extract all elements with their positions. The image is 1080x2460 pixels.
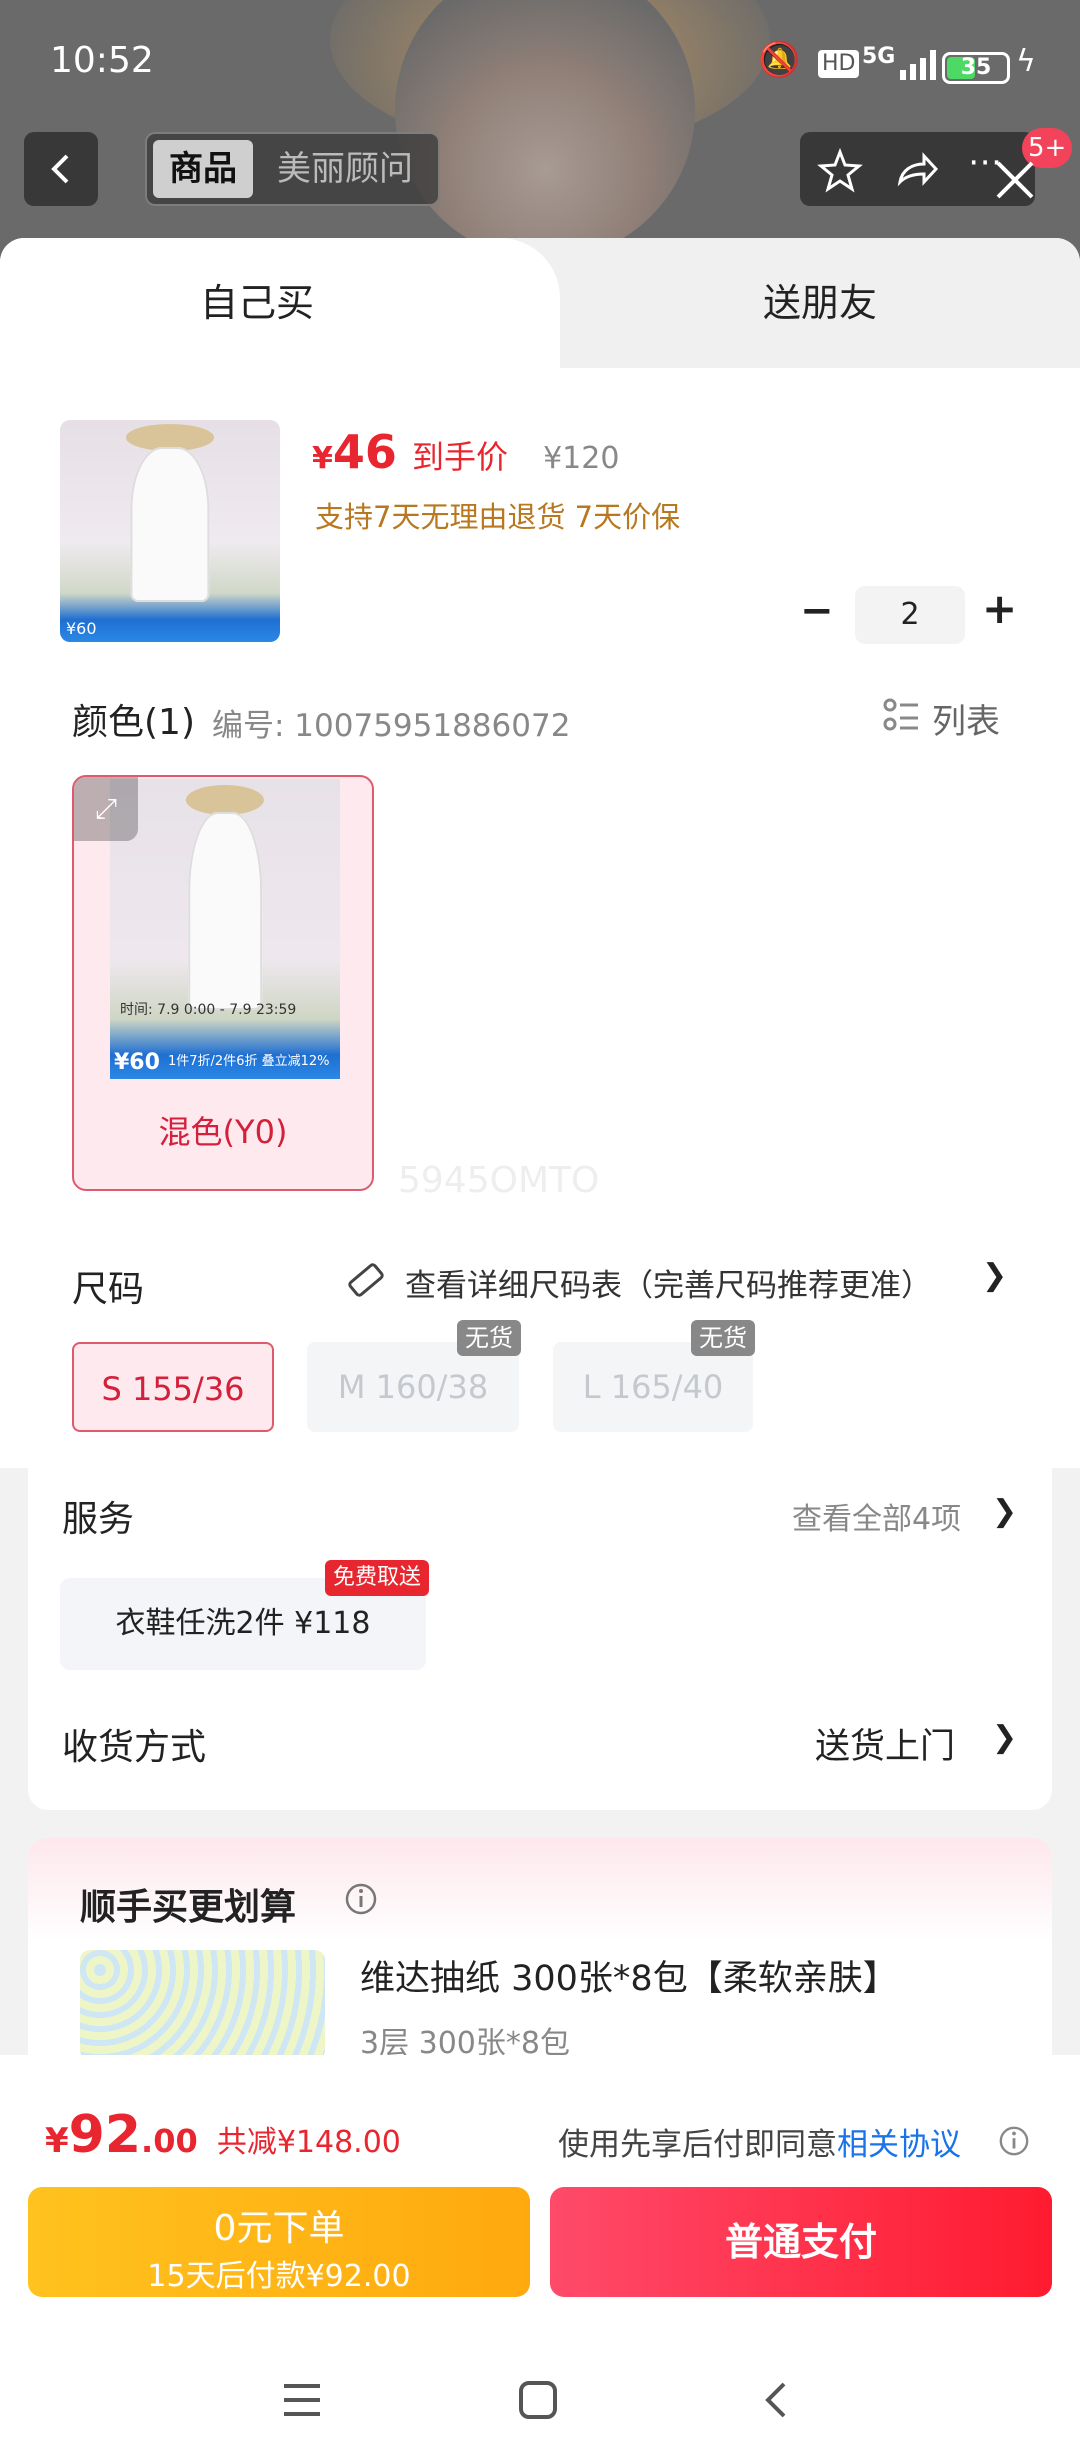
network-label: 5G [862, 44, 896, 69]
close-icon[interactable] [990, 155, 1040, 205]
chevron-right-icon[interactable]: ❯ [992, 1720, 1017, 1755]
back-button[interactable] [24, 132, 98, 206]
chevron-right-icon[interactable]: ❯ [992, 1494, 1017, 1529]
price-label: 到手价 [411, 438, 508, 476]
color-option-y0[interactable]: 时间: 7.9 0:00 - 7.9 23:59 ¥60 1件7折/2件6折 叠… [72, 775, 374, 1191]
price-row: ¥46 到手价 ¥120 [312, 425, 619, 479]
guarantee-text: 支持7天无理由退货 7天价保 [315, 500, 681, 534]
delivery-value[interactable]: 送货上门 [815, 1718, 955, 1769]
thumb-price: ¥60 [66, 619, 97, 638]
battery-level: 35 [960, 55, 992, 80]
swatch-promo: 1件7折/2件6折 叠立减12% [168, 1054, 330, 1069]
quantity-plus-button[interactable]: + [982, 584, 1017, 633]
agreement-prefix: 使用先享后付即同意 [558, 2127, 837, 2163]
star-icon[interactable] [812, 142, 868, 198]
list-view-icon[interactable] [882, 696, 922, 736]
normal-pay-button[interactable]: 普通支付 [550, 2187, 1052, 2297]
total-int: 92 [68, 2105, 142, 2165]
size-option-m[interactable]: M 160/38 无货 [307, 1320, 521, 1432]
tab-product[interactable]: 商品 [153, 140, 253, 198]
upsell-item-title[interactable]: 维达抽纸 300张*8包【柔软亲肤】 [360, 1950, 898, 2001]
back-icon[interactable] [756, 2378, 800, 2422]
product-code: 编号: 10075951886072 [212, 708, 571, 744]
price-symbol: ¥ [312, 441, 333, 476]
service-title: 服务 [62, 1499, 135, 1540]
model-photo [395, 0, 695, 260]
total-price: ¥92.00 共减¥148.00 [45, 2105, 401, 2165]
charging-icon: ϟ [1016, 44, 1036, 79]
ruler-icon [348, 1263, 384, 1297]
tab-self-buy-label: 自己买 [200, 281, 315, 325]
header-tabs: 商品 美丽顾问 [145, 132, 440, 206]
menu-icon[interactable] [280, 2378, 324, 2422]
service-item-label: 衣鞋任洗2件 ¥118 [115, 1606, 371, 1641]
quantity-field[interactable]: 2 [855, 586, 965, 644]
watermark-text: 5945OMTO [398, 1160, 600, 1201]
delivery-title: 收货方式 [62, 1727, 207, 1768]
size-title: 尺码 [72, 1269, 145, 1310]
total-symbol: ¥ [45, 2121, 69, 2161]
swatch-price: ¥60 [114, 1050, 160, 1075]
out-of-stock-badge: 无货 [457, 1320, 521, 1356]
total-dec: .00 [141, 2122, 198, 2160]
pay-later-button[interactable]: 0元下单 15天后付款¥92.00 [28, 2187, 530, 2297]
agreement-text: 使用先享后付即同意相关协议 [558, 2119, 961, 2164]
info-icon[interactable] [344, 1882, 378, 1916]
chevron-right-icon[interactable]: ❯ [982, 1258, 1007, 1293]
color-option-label: 混色(Y0) [158, 1113, 288, 1151]
pay-later-sub: 15天后付款¥92.00 [147, 2259, 411, 2294]
out-of-stock-badge: 无货 [691, 1320, 755, 1356]
size-option-l[interactable]: L 165/40 无货 [553, 1320, 755, 1432]
pay-later-title: 0元下单 [213, 2208, 345, 2249]
tab-advisor[interactable]: 美丽顾问 [277, 140, 413, 198]
status-time: 10:52 [50, 40, 154, 81]
size-option-label: M 160/38 [337, 1368, 489, 1406]
product-thumbnail[interactable]: ¥60 [60, 420, 280, 642]
share-icon[interactable] [888, 142, 944, 198]
size-option-s[interactable]: S 155/36 [72, 1342, 274, 1432]
agreement-link[interactable]: 相关协议 [837, 2127, 961, 2163]
system-nav-bar [0, 2360, 1080, 2460]
size-option-label: L 165/40 [582, 1368, 724, 1406]
list-view-label[interactable]: 列表 [932, 694, 1000, 743]
color-title: 颜色(1) [72, 702, 195, 743]
original-price: ¥120 [543, 441, 620, 476]
home-icon[interactable] [516, 2378, 560, 2422]
quantity-minus-button[interactable]: − [800, 588, 834, 634]
tab-gift[interactable]: 送朋友 [763, 272, 877, 327]
page-background [0, 0, 1080, 260]
free-pickup-badge: 免费取送 [325, 1560, 430, 1596]
info-icon[interactable] [998, 2125, 1030, 2157]
swatch-time: 时间: 7.9 0:00 - 7.9 23:59 [120, 1002, 297, 1018]
expand-icon[interactable]: ⤢ [74, 777, 138, 841]
upsell-title: 顺手买更划算 [80, 1887, 297, 1928]
battery-icon: 35 [942, 52, 1010, 84]
upsell-item-image[interactable] [80, 1950, 325, 2060]
chevron-left-icon [51, 154, 69, 184]
service-view-all[interactable]: 查看全部4项 [792, 1494, 961, 1538]
mute-icon: 🔕 [758, 40, 801, 80]
signal-icon [898, 46, 944, 89]
final-price: 46 [332, 425, 397, 479]
hd-icon: HD [818, 50, 860, 78]
size-option-label: S 155/36 [101, 1370, 245, 1408]
color-option-image: 时间: 7.9 0:00 - 7.9 23:59 ¥60 1件7折/2件6折 叠… [110, 779, 340, 1079]
total-discount: 共减¥148.00 [216, 2125, 401, 2160]
size-chart-link[interactable]: 查看详细尺码表（完善尺码推荐更准） [405, 1260, 932, 1305]
